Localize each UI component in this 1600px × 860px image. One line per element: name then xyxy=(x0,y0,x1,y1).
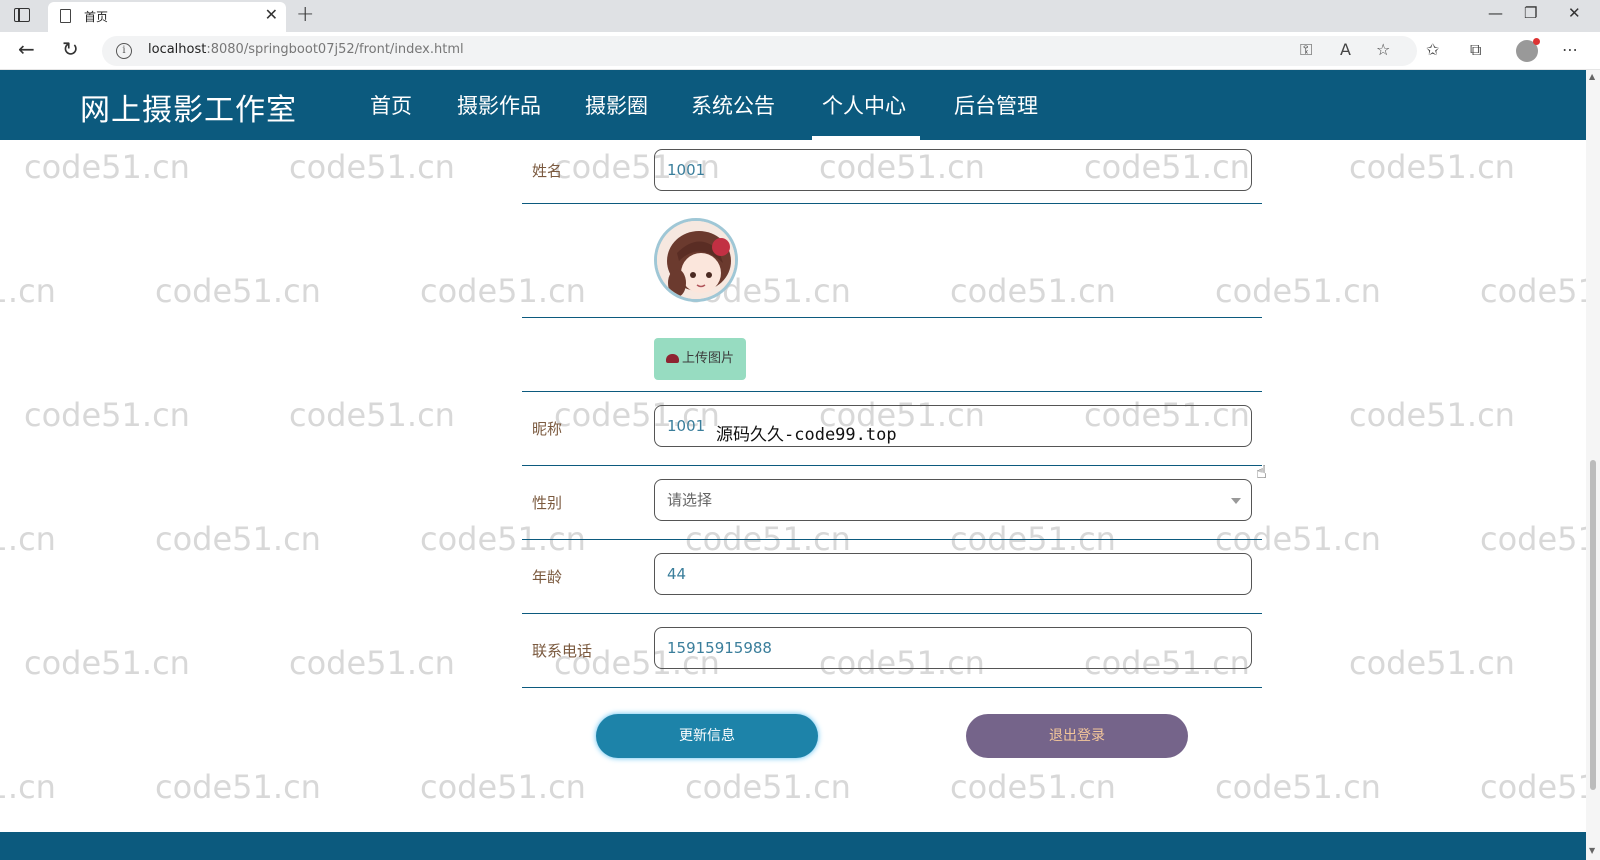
age-label: 年龄 xyxy=(532,568,563,586)
gender-select[interactable]: 请选择 xyxy=(654,479,1252,521)
watermark: code51.cn xyxy=(289,644,455,682)
upload-cloud-icon xyxy=(665,354,679,363)
watermark: code51.cn xyxy=(289,396,455,434)
watermark: code51.cn xyxy=(1480,272,1586,310)
nickname-label: 昵称 xyxy=(532,420,563,438)
watermark: code51.cn xyxy=(24,396,190,434)
watermark: code51.cn xyxy=(155,520,321,558)
site-header: 网上摄影工作室 首页 摄影作品 摄影圈 系统公告 个人中心 后台管理 xyxy=(0,70,1586,140)
watermark: code51.cn xyxy=(0,520,56,558)
watermark: code51.cn xyxy=(24,148,190,186)
scroll-up-icon[interactable]: ▲ xyxy=(1589,72,1595,81)
phone-label: 联系电话 xyxy=(532,642,593,660)
chevron-down-icon xyxy=(1231,498,1241,504)
watermark: code51.cn xyxy=(0,272,56,310)
back-button[interactable]: ← xyxy=(18,37,35,61)
url-host: localhost xyxy=(148,42,207,57)
add-favorite-icon[interactable]: ☆ xyxy=(1376,40,1390,59)
browser-tab-bar: 首页 ✕ + — ❐ ✕ xyxy=(0,0,1600,32)
tab-title: 首页 xyxy=(84,10,109,24)
overlay-watermark-text: 源码久久-code99.top xyxy=(716,425,897,445)
watermark: code51.cn xyxy=(1215,768,1381,806)
gender-label: 性别 xyxy=(532,494,563,512)
watermark: code51.cn xyxy=(1480,520,1586,558)
address-bar[interactable]: i localhost:8080/springboot07j52/front/i… xyxy=(102,36,1417,66)
browser-toolbar: ← ↻ i localhost:8080/springboot07j52/fro… xyxy=(0,32,1600,70)
more-icon[interactable]: ⋯ xyxy=(1562,40,1578,59)
gender-placeholder: 请选择 xyxy=(667,491,713,509)
site-footer xyxy=(0,832,1586,860)
watermark: code51.cn xyxy=(24,644,190,682)
restore-button[interactable]: ❐ xyxy=(1524,4,1537,22)
nav-photo-works[interactable]: 摄影作品 xyxy=(457,90,541,120)
tab-actions-icon[interactable] xyxy=(14,8,30,22)
watermark: code51.cn xyxy=(1349,396,1515,434)
favorites-icon[interactable]: ✩ xyxy=(1426,40,1439,59)
logout-button[interactable]: 退出登录 xyxy=(966,714,1188,758)
scroll-down-icon[interactable]: ▼ xyxy=(1589,846,1595,855)
upload-image-button[interactable]: 上传图片 xyxy=(654,338,746,380)
site-info-icon[interactable]: i xyxy=(116,43,132,59)
url-text: localhost:8080/springboot07j52/front/ind… xyxy=(148,42,464,57)
key-icon[interactable]: ⚿ xyxy=(1300,40,1312,60)
new-tab-button[interactable]: + xyxy=(296,2,314,27)
watermark: code51.cn xyxy=(685,768,851,806)
nav-announcements[interactable]: 系统公告 xyxy=(691,90,775,120)
watermark: code51.cn xyxy=(155,272,321,310)
watermark: code51.cn xyxy=(289,148,455,186)
form-row-upload: 上传图片 xyxy=(522,140,1262,392)
form-row-gender: 性别 请选择 xyxy=(522,466,1262,540)
nav-home[interactable]: 首页 xyxy=(370,90,412,120)
read-aloud-icon[interactable]: A xyxy=(1340,40,1351,59)
update-info-button[interactable]: 更新信息 xyxy=(596,714,818,758)
watermark: code51.cn xyxy=(1349,644,1515,682)
watermark: code51.cn xyxy=(1349,148,1515,186)
tab-close-icon[interactable]: ✕ xyxy=(265,5,278,24)
nav-admin[interactable]: 后台管理 xyxy=(954,90,1038,120)
nav-photo-circle[interactable]: 摄影圈 xyxy=(585,90,648,120)
browser-tab[interactable]: 首页 ✕ xyxy=(48,2,286,32)
hand-cursor-icon: ☝ xyxy=(1256,462,1267,483)
url-path: :8080/springboot07j52/front/index.html xyxy=(206,42,464,57)
watermark: code51.cn xyxy=(155,768,321,806)
phone-input[interactable]: 15915915988 xyxy=(654,627,1252,669)
window-close-button[interactable]: ✕ xyxy=(1568,4,1581,22)
age-input[interactable]: 44 xyxy=(654,553,1252,595)
upload-label: 上传图片 xyxy=(681,351,734,366)
minimize-button[interactable]: — xyxy=(1488,4,1503,22)
refresh-button[interactable]: ↻ xyxy=(62,37,79,61)
watermark: code51.cn xyxy=(0,768,56,806)
watermark: code51.cn xyxy=(950,768,1116,806)
page-icon xyxy=(60,9,71,23)
watermark: code51.cn xyxy=(1480,768,1586,806)
form-row-phone: 联系电话 15915915988 xyxy=(522,614,1262,688)
collections-icon[interactable]: ⧉ xyxy=(1470,40,1481,60)
watermark: code51.cn xyxy=(420,768,586,806)
scroll-thumb[interactable] xyxy=(1590,460,1596,790)
site-title: 网上摄影工作室 xyxy=(80,93,297,128)
nav-personal-center[interactable]: 个人中心 xyxy=(822,90,906,120)
form-row-age: 年龄 44 xyxy=(522,540,1262,614)
page-scrollbar[interactable]: ▲ ▼ xyxy=(1586,70,1600,860)
profile-icon[interactable] xyxy=(1516,38,1540,62)
